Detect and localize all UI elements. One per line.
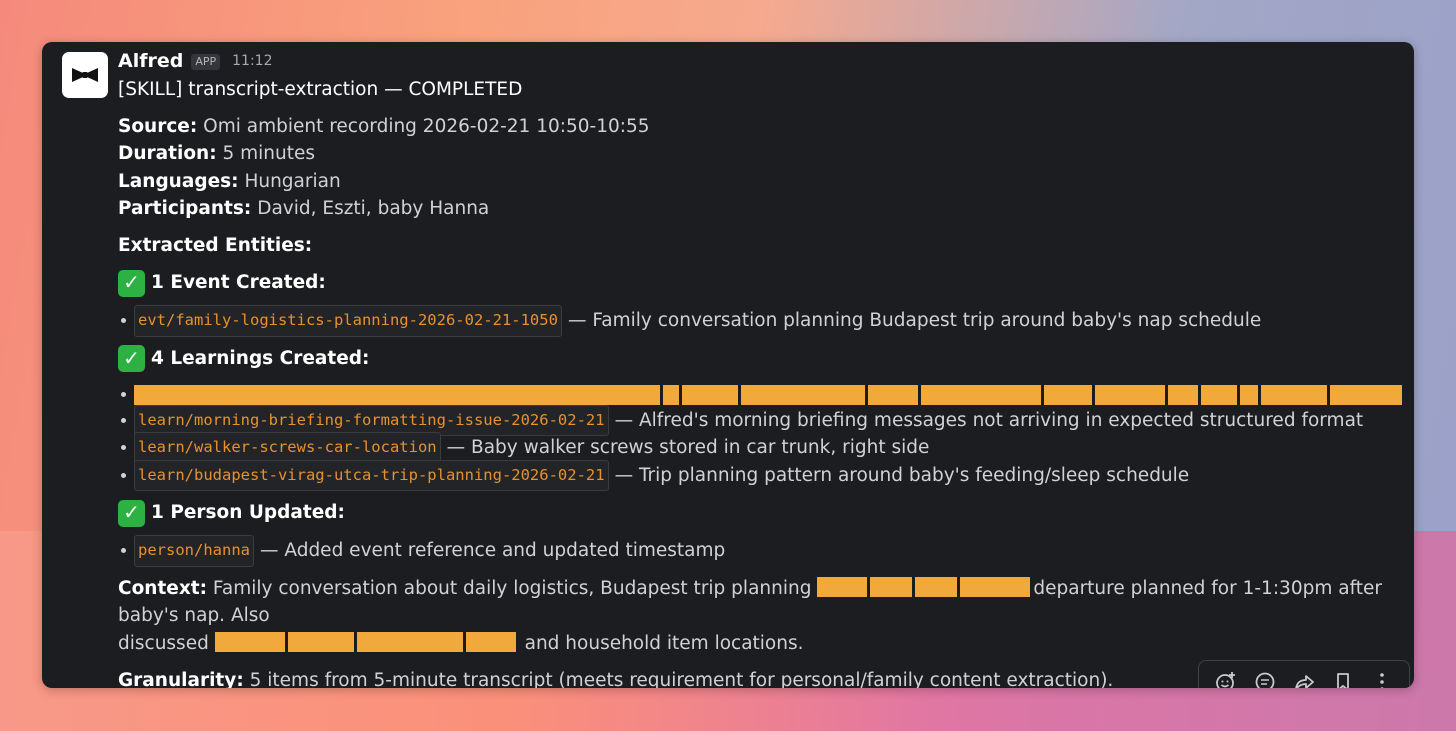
entity-description: — Trip planning pattern around baby's fe… [614, 464, 1190, 486]
app-badge: APP [191, 54, 221, 70]
timestamp[interactable]: 11:12 [232, 48, 272, 76]
redacted-text [214, 631, 519, 654]
meta-value: Omi ambient recording 2026-02-21 10:50-1… [203, 115, 650, 137]
context-text-3: discussed [118, 632, 209, 654]
bullet [121, 472, 126, 478]
more-actions-icon[interactable] [1369, 669, 1395, 688]
add-reaction-icon[interactable] [1213, 669, 1239, 688]
check-mark-icon: ✓ [118, 499, 145, 527]
entity-code[interactable]: learn/budapest-virag-utca-trip-planning-… [134, 459, 609, 491]
avatar[interactable] [62, 52, 108, 98]
bullet [121, 392, 126, 397]
granularity-label: Granularity: [118, 670, 244, 688]
meta-value: David, Eszti, baby Hanna [257, 198, 490, 219]
context-text-1: Family conversation about daily logistic… [212, 577, 812, 599]
list-item: evt/family-logistics-planning-2026-02-21… [118, 305, 1408, 337]
bullet [121, 417, 126, 423]
section-title: 4 Learnings Created: [151, 347, 370, 369]
context-text-4: and household item locations. [524, 632, 804, 654]
list-item: learn/walker-screws-car-location — Baby … [118, 432, 1408, 464]
meta-label: Duration: [118, 143, 217, 164]
meta-label: Source: [118, 115, 198, 137]
meta-label: Languages: [118, 170, 239, 192]
redacted-text [817, 576, 1033, 599]
persons-heading: ✓ 1 Person Updated: [118, 499, 1408, 527]
check-mark-icon: ✓ [118, 269, 145, 297]
section-title: 1 Person Updated: [151, 502, 345, 524]
meta-label: Participants: [118, 198, 252, 219]
bullet [121, 318, 126, 324]
meta-value: 5 minutes [222, 143, 316, 164]
reply-thread-icon[interactable] [1252, 669, 1278, 688]
entity-code[interactable]: person/hanna [134, 535, 254, 567]
persons-list: person/hanna — Added event reference and… [118, 535, 1408, 567]
entity-code[interactable]: evt/family-logistics-planning-2026-02-21… [134, 305, 562, 337]
learnings-list: learn/morning-briefing-formatting-issue-… [118, 383, 1408, 491]
list-item: learn/budapest-virag-utca-trip-planning-… [118, 459, 1408, 491]
message-panel: Alfred APP 11:12 [SKILL] transcript-extr… [42, 42, 1414, 688]
context-paragraph: Context: Family conversation about daily… [118, 575, 1408, 658]
meta-source: Source: Omi ambient recording 2026-02-21… [118, 113, 1408, 141]
list-item-redacted [118, 383, 1408, 407]
entity-description: — Family conversation planning Budapest … [567, 310, 1262, 331]
extracted-entities-heading: Extracted Entities: [118, 234, 313, 256]
message-title: [SKILL] transcript-extraction — COMPLETE… [118, 79, 523, 100]
list-item: person/hanna — Added event reference and… [118, 535, 1408, 567]
bullet [121, 445, 126, 451]
bullet [121, 548, 126, 554]
sender-name[interactable]: Alfred [118, 48, 183, 76]
message-actions-toolbar [1198, 660, 1410, 688]
meta-participants: Participants: David, Eszti, baby Hanna [118, 195, 1408, 223]
entity-code[interactable]: learn/walker-screws-car-location [134, 432, 441, 464]
message-header: Alfred APP 11:12 [118, 50, 1408, 74]
learnings-heading: ✓ 4 Learnings Created: [118, 345, 1408, 373]
bowtie-icon [72, 68, 98, 82]
redacted-text [134, 384, 1402, 405]
message-body: Alfred APP 11:12 [SKILL] transcript-extr… [118, 50, 1408, 688]
entity-description: — Baby walker screws stored in car trunk… [446, 437, 930, 458]
bookmark-icon[interactable] [1330, 669, 1356, 688]
meta-duration: Duration: 5 minutes [118, 140, 1408, 168]
meta-languages: Languages: Hungarian [118, 168, 1408, 196]
context-label: Context: [118, 577, 208, 599]
share-icon[interactable] [1291, 669, 1317, 688]
check-mark-icon: ✓ [118, 345, 145, 372]
entity-description: — Added event reference and updated time… [259, 540, 726, 561]
entity-description: — Alfred's morning briefing messages not… [614, 409, 1364, 431]
meta-value: Hungarian [244, 170, 341, 192]
events-list: evt/family-logistics-planning-2026-02-21… [118, 305, 1408, 337]
granularity-value: 5 items from 5-minute transcript (meets … [249, 670, 1114, 688]
section-title: 1 Event Created: [151, 272, 326, 294]
events-heading: ✓ 1 Event Created: [118, 269, 1408, 297]
list-item: learn/morning-briefing-formatting-issue-… [118, 404, 1408, 436]
